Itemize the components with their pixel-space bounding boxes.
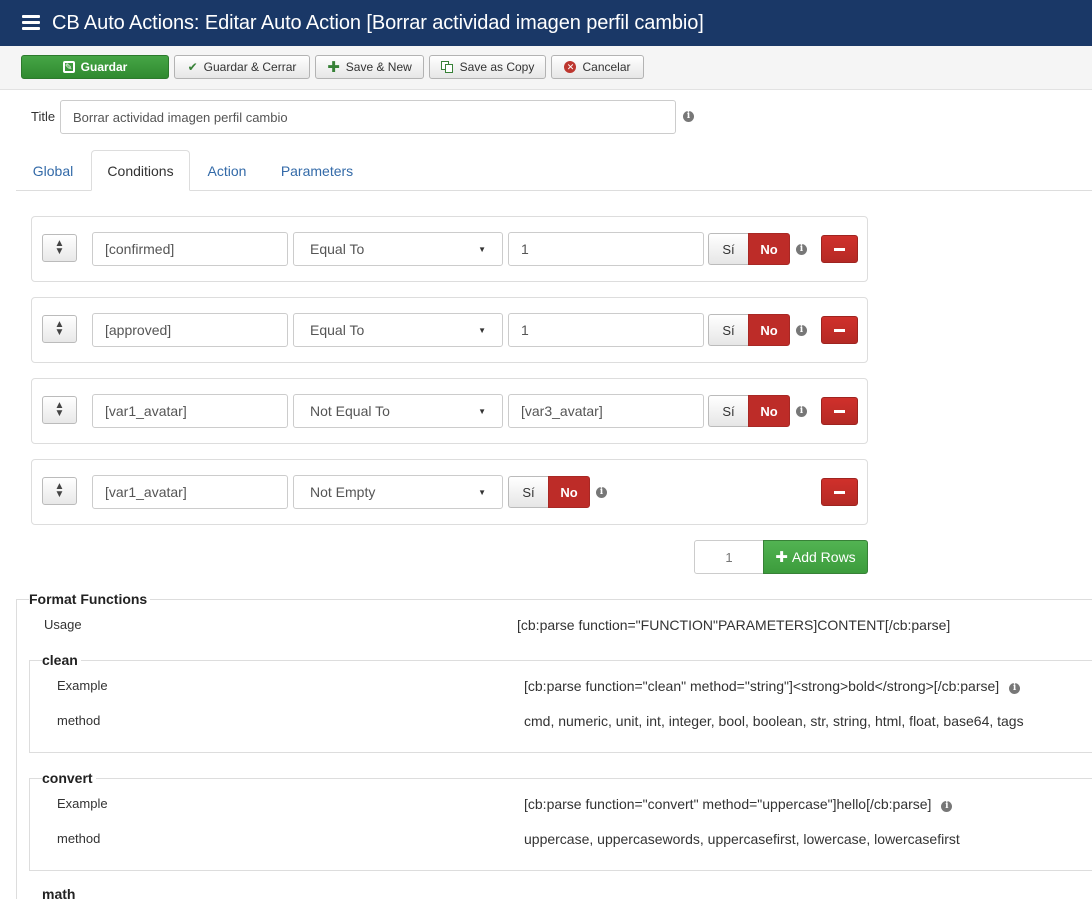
condition-row: ▲▼ Not Empty▼ Sí No i xyxy=(31,459,868,525)
page-title: CB Auto Actions: Editar Auto Action [Bor… xyxy=(52,11,704,34)
save-button[interactable]: ✎ Guardar xyxy=(21,55,169,79)
remove-row-button[interactable] xyxy=(821,316,858,344)
info-icon[interactable]: i xyxy=(596,487,607,498)
caret-down-icon: ▼ xyxy=(478,244,486,254)
condition-field-input[interactable] xyxy=(92,232,288,266)
caret-down-icon: ▼ xyxy=(478,406,486,416)
no-toggle[interactable]: No xyxy=(548,476,590,508)
minus-icon xyxy=(834,247,845,251)
condition-row: ▲▼ Equal To▼ Sí No i xyxy=(31,297,868,363)
case-toggle: Sí No xyxy=(708,233,790,265)
condition-field-input[interactable] xyxy=(92,475,288,509)
cancel-button[interactable]: ✕ Cancelar xyxy=(551,55,644,79)
sort-handle-icon[interactable]: ▲ ▼ xyxy=(42,396,77,424)
save-new-button[interactable]: ✚ Save & New xyxy=(315,55,424,79)
plus-icon: ✚ xyxy=(775,548,788,566)
method-value: uppercase, uppercasewords, uppercasefirs… xyxy=(524,831,960,847)
condition-value-input[interactable] xyxy=(508,232,704,266)
info-icon[interactable]: i xyxy=(796,406,807,417)
no-toggle[interactable]: No xyxy=(748,314,790,346)
app-header: CB Auto Actions: Editar Auto Action [Bor… xyxy=(0,0,1092,46)
case-toggle: Sí No xyxy=(708,395,790,427)
case-toggle: Sí No xyxy=(708,314,790,346)
list-icon xyxy=(22,15,40,31)
convert-title: convert xyxy=(42,770,96,786)
format-functions-title: Format Functions xyxy=(29,591,151,607)
caret-down-icon: ▼ xyxy=(478,325,486,335)
tab-parameters[interactable]: Parameters xyxy=(264,150,370,191)
condition-operator-select[interactable]: Equal To ▼ xyxy=(293,232,503,266)
method-value: cmd, numeric, unit, int, integer, bool, … xyxy=(524,713,1024,729)
condition-operator-select[interactable]: Not Empty ▼ xyxy=(293,475,503,509)
yes-toggle[interactable]: Sí xyxy=(708,233,748,265)
condition-value-input[interactable] xyxy=(508,313,704,347)
remove-row-button[interactable] xyxy=(821,235,858,263)
plus-icon: ✚ xyxy=(327,58,340,76)
info-icon[interactable]: i xyxy=(796,244,807,255)
info-icon[interactable]: i xyxy=(796,325,807,336)
example-value: [cb:parse function="clean" method="strin… xyxy=(524,678,1021,694)
info-icon[interactable]: i xyxy=(683,111,694,122)
minus-icon xyxy=(834,328,845,332)
condition-operator-select[interactable]: Not Equal To ▼ xyxy=(293,394,503,428)
caret-down-icon: ▼ xyxy=(478,487,486,497)
toolbar: ✎ Guardar ✔ Guardar & Cerrar ✚ Save & Ne… xyxy=(0,46,1092,90)
minus-icon xyxy=(834,490,845,494)
usage-value: [cb:parse function="FUNCTION"PARAMETERS]… xyxy=(517,617,951,633)
condition-field-input[interactable] xyxy=(92,394,288,428)
condition-row: ▲▼ Not Equal To▼ Sí No i xyxy=(31,378,868,444)
condition-value-input[interactable] xyxy=(508,394,704,428)
condition-row: ▲▼ Equal To▼ Sí No i xyxy=(31,216,868,282)
remove-row-button[interactable] xyxy=(821,397,858,425)
sort-handle-icon[interactable]: ▲ ▼ xyxy=(42,315,77,343)
example-label: Example xyxy=(57,678,108,693)
tab-global[interactable]: Global xyxy=(16,150,90,191)
example-value: [cb:parse function="convert" method="upp… xyxy=(524,796,953,812)
math-title: math xyxy=(42,886,79,902)
info-icon[interactable]: i xyxy=(941,801,953,812)
edit-icon: ✎ xyxy=(62,61,75,73)
cancel-icon: ✕ xyxy=(564,61,577,73)
clean-title: clean xyxy=(42,652,81,668)
no-toggle[interactable]: No xyxy=(748,395,790,427)
condition-field-input[interactable] xyxy=(92,313,288,347)
tab-conditions[interactable]: Conditions xyxy=(91,150,190,191)
method-label: method xyxy=(57,713,101,728)
no-toggle[interactable]: No xyxy=(748,233,790,265)
convert-panel xyxy=(29,778,1092,871)
save-close-button[interactable]: ✔ Guardar & Cerrar xyxy=(174,55,310,79)
minus-icon xyxy=(834,409,845,413)
rows-count-input[interactable] xyxy=(694,540,764,574)
yes-toggle[interactable]: Sí xyxy=(708,314,748,346)
add-rows-button[interactable]: ✚ Add Rows xyxy=(763,540,868,574)
condition-operator-select[interactable]: Equal To ▼ xyxy=(293,313,503,347)
title-input[interactable] xyxy=(60,100,676,134)
copy-icon xyxy=(440,61,454,73)
yes-toggle[interactable]: Sí xyxy=(708,395,748,427)
sort-handle-icon[interactable]: ▲ ▼ xyxy=(42,234,77,262)
remove-row-button[interactable] xyxy=(821,478,858,506)
info-icon[interactable]: i xyxy=(1009,683,1021,694)
yes-toggle[interactable]: Sí xyxy=(508,476,548,508)
save-as-copy-button[interactable]: Save as Copy xyxy=(429,55,546,79)
usage-label: Usage xyxy=(44,617,82,632)
check-icon: ✔ xyxy=(187,60,198,74)
method-label: method xyxy=(57,831,101,846)
clean-panel xyxy=(29,660,1092,753)
title-label: Title xyxy=(31,109,56,124)
sort-handle-icon[interactable]: ▲ ▼ xyxy=(42,477,77,505)
case-toggle: Sí No xyxy=(508,476,590,508)
example-label: Example xyxy=(57,796,108,811)
tab-action[interactable]: Action xyxy=(192,150,262,191)
